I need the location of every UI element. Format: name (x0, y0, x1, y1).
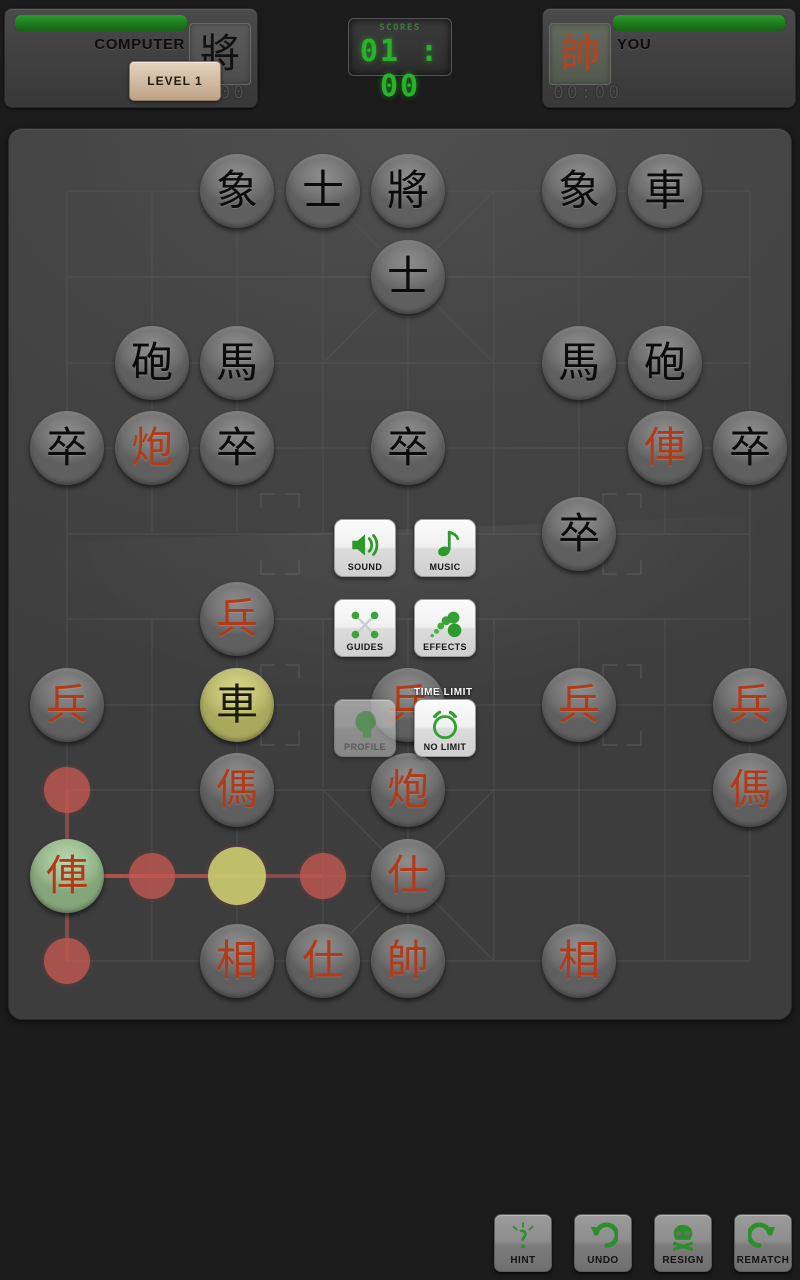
time-limit-section-label: TIME LIMIT (414, 687, 473, 698)
time-limit-label: NO LIMIT (423, 742, 467, 752)
guides-label: GUIDES (346, 642, 384, 652)
hint-button[interactable]: HINT (494, 1214, 552, 1272)
bottom-toolbar: MENU HINT UNDO (0, 1208, 800, 1280)
you-timer: 00:00 (553, 82, 623, 103)
hint-label: HINT (510, 1255, 536, 1266)
time-limit-button[interactable]: NO LIMIT (414, 699, 476, 757)
redo-arrow-icon (748, 1222, 776, 1248)
you-health-fill (613, 15, 785, 31)
speaker-icon (352, 534, 379, 556)
xiangqi-board[interactable]: 象士將象車士砲馬馬砲卒炮卒卒俥卒卒兵兵車兵兵兵傌炮傌俥仕相仕帥相 SOUND M… (8, 128, 792, 1020)
alarm-clock-icon (432, 710, 458, 740)
you-name-label: YOU (617, 36, 652, 53)
undo-button[interactable]: UNDO (574, 1214, 632, 1272)
scores-panel: SCORES 01 : 00 (348, 18, 452, 104)
music-toggle-button[interactable]: MUSIC (414, 519, 476, 577)
profile-label: PROFILE (344, 742, 386, 752)
top-hud: COMPUTER 將 00:00 LEVEL 1 SCORES 01 : 00 … (0, 0, 800, 120)
guides-nodes-icon (351, 611, 379, 639)
skull-icon (672, 1224, 694, 1251)
undo-arrow-icon (590, 1222, 618, 1248)
computer-health-bar (15, 15, 187, 31)
level-button[interactable]: LEVEL 1 (129, 61, 221, 101)
xiangqi-game-screen: COMPUTER 將 00:00 LEVEL 1 SCORES 01 : 00 … (0, 0, 800, 1280)
you-king-badge: 帥 (549, 23, 611, 85)
guides-toggle-button[interactable]: GUIDES (334, 599, 396, 657)
you-player-panel: YOU 帥 00:00 (542, 8, 796, 108)
profile-head-icon (355, 710, 377, 738)
profile-button[interactable]: PROFILE (334, 699, 396, 757)
settings-overlay: SOUND MUSIC GUIDES EFFECTS PROFILE TIME … (9, 129, 791, 1019)
you-health-bar (613, 15, 785, 31)
computer-player-panel: COMPUTER 將 00:00 LEVEL 1 (4, 8, 258, 108)
rematch-label: REMATCH (736, 1255, 790, 1266)
computer-health-fill (15, 15, 187, 31)
effects-toggle-button[interactable]: EFFECTS (414, 599, 476, 657)
sound-label: SOUND (347, 562, 383, 572)
resign-label: RESIGN (662, 1255, 704, 1266)
effects-label: EFFECTS (423, 642, 467, 652)
rematch-button[interactable]: REMATCH (734, 1214, 792, 1272)
resign-button[interactable]: RESIGN (654, 1214, 712, 1272)
undo-label: UNDO (587, 1255, 619, 1266)
lightbulb-question-icon (512, 1222, 534, 1249)
computer-name-label: COMPUTER (94, 36, 185, 53)
effects-dots-icon (430, 611, 462, 638)
scores-value: 01 : 00 (359, 34, 441, 104)
music-note-icon (438, 530, 460, 557)
sound-toggle-button[interactable]: SOUND (334, 519, 396, 577)
scores-label: SCORES (379, 23, 421, 33)
music-label: MUSIC (429, 562, 461, 572)
